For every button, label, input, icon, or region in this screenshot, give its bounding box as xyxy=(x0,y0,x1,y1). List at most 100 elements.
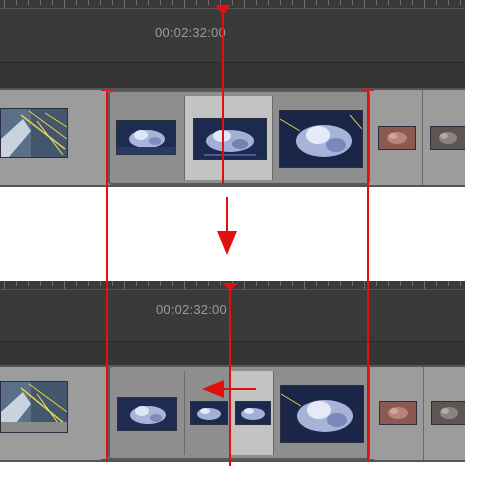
ruler-tick xyxy=(4,0,5,8)
ruler-tick xyxy=(244,281,245,289)
ruler-tick xyxy=(328,281,329,286)
ruler-tick xyxy=(196,0,197,5)
bottom-clip-shot-3b[interactable] xyxy=(235,401,271,425)
ruler-tick xyxy=(244,0,245,8)
ruler-tick xyxy=(136,0,137,5)
bottom-clip-shot-5[interactable] xyxy=(379,401,417,425)
ruler-tick xyxy=(364,281,365,289)
ruler-tick xyxy=(40,0,41,5)
top-clip-shot-2[interactable] xyxy=(116,120,176,155)
ruler-tick xyxy=(304,281,305,289)
ruler-tick xyxy=(340,281,341,286)
bottom-timecode-label: 00:02:32:00 xyxy=(156,302,227,317)
ruler-tick xyxy=(436,0,437,5)
top-ruler-ticks xyxy=(0,0,465,8)
ruler-tick xyxy=(256,281,257,286)
ruler-tick xyxy=(100,281,101,286)
ruler-tick xyxy=(112,281,113,286)
ruler-tick xyxy=(280,281,281,286)
ruler-tick xyxy=(448,0,449,5)
ruler-tick xyxy=(184,0,185,8)
ruler-tick xyxy=(124,0,125,8)
ruler-tick xyxy=(316,281,317,286)
arrow-down-icon xyxy=(216,197,238,257)
ruler-tick xyxy=(160,0,161,5)
bottom-clip-shot-4[interactable] xyxy=(280,385,364,443)
ruler-tick xyxy=(124,281,125,289)
top-clip-shot-5[interactable] xyxy=(378,126,416,150)
ruler-tick xyxy=(16,281,17,286)
bottom-timeline-panel: 00:02:32:00 xyxy=(0,281,465,462)
ruler-tick xyxy=(136,281,137,286)
ruler-tick xyxy=(436,281,437,286)
top-clip-shot-6[interactable] xyxy=(430,126,465,150)
ruler-tick xyxy=(256,0,257,5)
ruler-tick xyxy=(328,0,329,5)
bottom-clip-shot-3a[interactable] xyxy=(190,401,228,425)
ruler-tick xyxy=(460,0,461,5)
ruler-tick xyxy=(316,0,317,5)
top-timeline-ruler[interactable]: 00:02:32:00 xyxy=(0,0,465,62)
ruler-tick xyxy=(172,281,173,286)
ruler-tick xyxy=(304,0,305,8)
top-playhead-line xyxy=(222,12,224,184)
ruler-tick xyxy=(160,281,161,286)
ruler-tick xyxy=(52,281,53,286)
top-timeline-panel: 00:02:32:00 xyxy=(0,0,465,187)
ruler-tick xyxy=(100,0,101,5)
ruler-tick xyxy=(148,0,149,5)
ruler-tick xyxy=(424,0,425,8)
ruler-tick xyxy=(208,0,209,5)
ruler-tick xyxy=(4,281,5,289)
ruler-tick xyxy=(376,281,377,286)
ruler-tick xyxy=(292,281,293,286)
bottom-clip-shot-1[interactable] xyxy=(0,381,68,433)
top-clip-shot-1[interactable] xyxy=(0,108,68,158)
ruler-tick xyxy=(88,0,89,5)
ruler-tick xyxy=(376,0,377,5)
ruler-tick xyxy=(16,0,17,5)
ruler-tick xyxy=(40,281,41,286)
ruler-tick xyxy=(52,0,53,5)
ruler-tick xyxy=(232,0,233,5)
ruler-tick xyxy=(196,281,197,286)
ruler-tick xyxy=(340,0,341,5)
top-timecode-label: 00:02:32:00 xyxy=(155,25,226,40)
bottom-clip-shot-2[interactable] xyxy=(117,397,177,431)
ruler-tick xyxy=(268,281,269,286)
ruler-tick xyxy=(28,0,29,5)
ruler-tick xyxy=(388,0,389,5)
ruler-tick xyxy=(64,0,65,8)
ruler-tick xyxy=(412,281,413,286)
ruler-tick xyxy=(388,281,389,286)
top-empty-track xyxy=(0,62,465,89)
top-clip-shot-4[interactable] xyxy=(279,110,363,168)
ruler-tick xyxy=(28,281,29,286)
ruler-tick xyxy=(76,0,77,5)
ruler-tick xyxy=(148,281,149,286)
ruler-tick xyxy=(184,281,185,289)
sequence-right-boundary-line xyxy=(367,90,369,462)
ruler-tick xyxy=(76,281,77,286)
sequence-left-boundary-line xyxy=(106,90,108,462)
ruler-tick xyxy=(352,281,353,286)
ruler-tick xyxy=(352,0,353,5)
arrow-left-icon xyxy=(202,378,258,400)
ruler-tick xyxy=(448,281,449,286)
ruler-tick xyxy=(88,281,89,286)
ruler-tick xyxy=(292,0,293,5)
ruler-tick xyxy=(400,0,401,5)
ruler-tick xyxy=(64,281,65,289)
ruler-tick xyxy=(268,0,269,5)
ruler-tick xyxy=(208,281,209,286)
top-clip-shot-3[interactable] xyxy=(193,118,267,160)
ruler-tick xyxy=(400,281,401,286)
ruler-tick xyxy=(172,0,173,5)
ruler-tick xyxy=(412,0,413,5)
ruler-tick xyxy=(280,0,281,5)
ruler-tick xyxy=(460,281,461,286)
bottom-clip-shot-6[interactable] xyxy=(431,401,465,425)
ruler-tick xyxy=(364,0,365,8)
ruler-tick xyxy=(112,0,113,5)
ruler-tick xyxy=(424,281,425,289)
